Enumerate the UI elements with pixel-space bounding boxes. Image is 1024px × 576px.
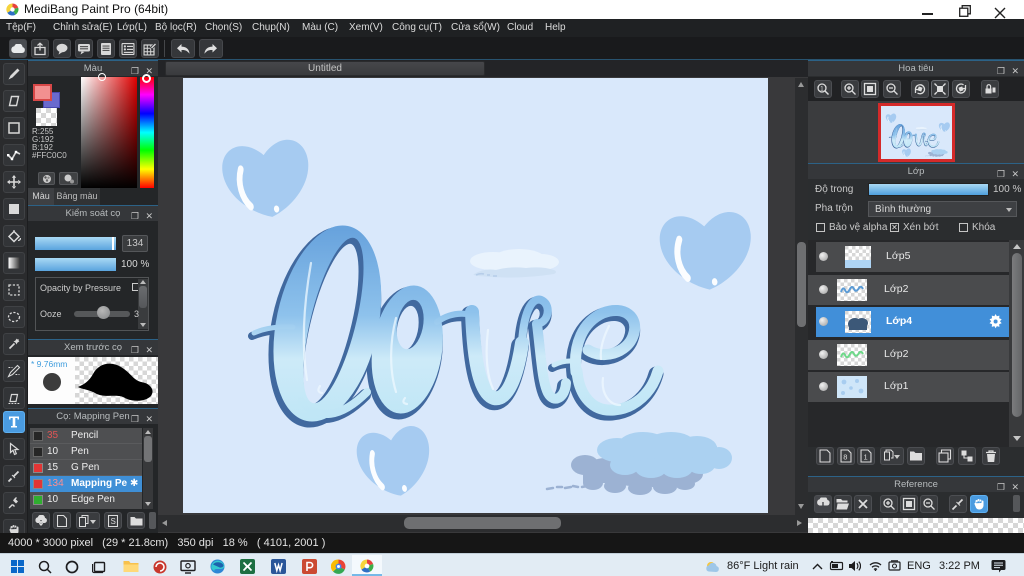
svg-text:S: S: [111, 517, 116, 526]
svg-text:8: 8: [843, 453, 847, 462]
svg-text:1: 1: [864, 453, 868, 462]
